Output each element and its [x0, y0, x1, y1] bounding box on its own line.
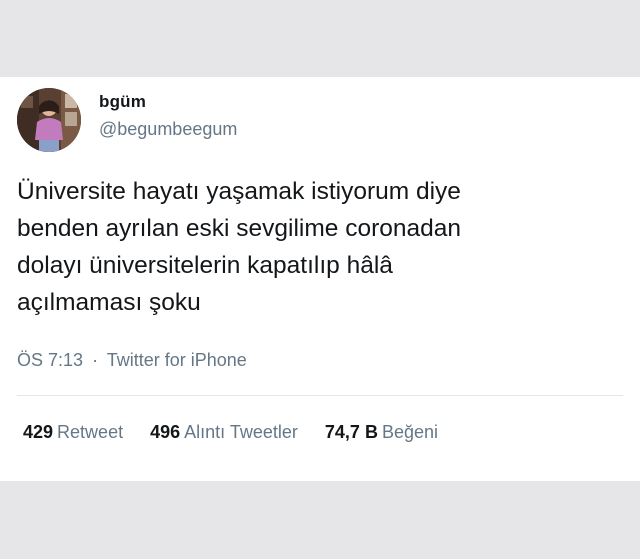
quote-tweet-count: 496: [150, 422, 181, 442]
divider: [17, 395, 623, 396]
avatar[interactable]: [17, 88, 81, 152]
tweet-card: bgüm @begumbeegum Üniversite hayatı yaşa…: [0, 77, 640, 481]
retweet-label: Retweet: [57, 422, 124, 442]
like-label: Beğeni: [381, 422, 439, 442]
retweet-count: 429: [23, 422, 54, 442]
engagement-stats: 429 Retweet 496 Alıntı Tweetler 74,7 B Beğe…: [23, 422, 460, 443]
tweet-time[interactable]: ÖS 7:13: [17, 350, 83, 370]
like-count: 74,7 B: [324, 422, 378, 442]
avatar-image: [17, 88, 81, 152]
tweet-source[interactable]: Twitter for iPhone: [107, 350, 247, 370]
display-name[interactable]: bgüm: [99, 92, 146, 112]
quote-tweet-stat[interactable]: 496 Alıntı Tweetler: [150, 422, 298, 443]
tweet-meta: ÖS 7:13 · Twitter for iPhone: [17, 350, 247, 371]
user-handle[interactable]: @begumbeegum: [99, 119, 237, 140]
like-stat[interactable]: 74,7 B Beğeni: [325, 422, 438, 443]
meta-separator: ·: [92, 350, 99, 370]
tweet-text: Üniversite hayatı yaşamak istiyorum diye…: [17, 178, 461, 316]
retweet-stat[interactable]: 429 Retweet: [23, 422, 123, 443]
quote-tweet-label: Alıntı Tweetler: [184, 422, 298, 442]
